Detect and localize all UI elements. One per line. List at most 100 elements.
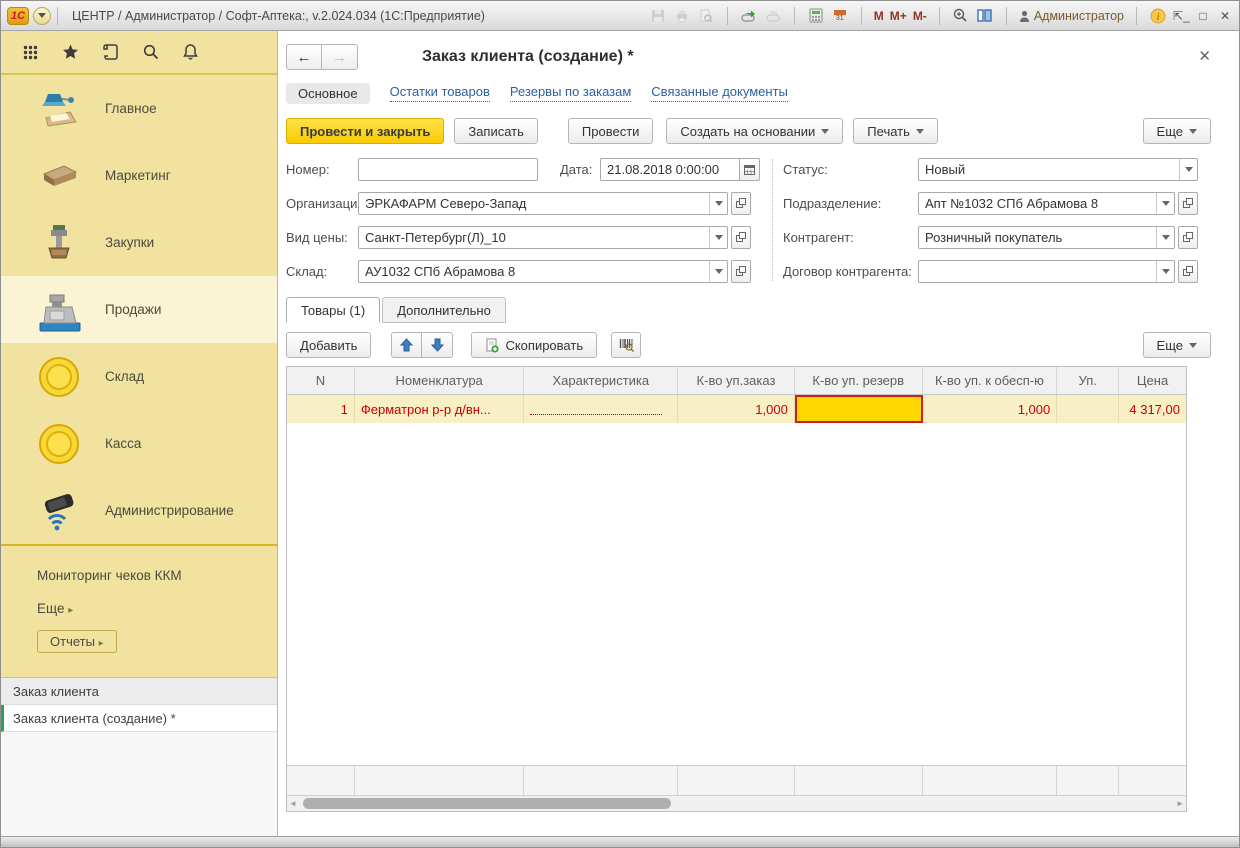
menu-grid-icon[interactable] <box>23 45 38 60</box>
cell-qty-order[interactable]: 1,000 <box>678 395 795 423</box>
scroll-left-icon[interactable]: ◄ <box>287 796 299 811</box>
table-empty-area[interactable] <box>287 423 1186 765</box>
link-svyazannye-dokumenty[interactable]: Связанные документы <box>651 84 788 102</box>
organization-open-button[interactable] <box>731 192 751 215</box>
monitoring-checks-link[interactable]: Мониторинг чеков ККМ <box>37 568 277 583</box>
department-label: Подразделение: <box>783 196 918 211</box>
current-user[interactable]: Администратор <box>1019 9 1124 23</box>
department-open-button[interactable] <box>1178 192 1198 215</box>
more-button[interactable]: Еще <box>1143 118 1211 144</box>
sidebar-item-sklad[interactable]: Склад <box>1 343 277 410</box>
link-rezervy-po-zakazam[interactable]: Резервы по заказам <box>510 84 631 102</box>
chevron-down-icon <box>1179 159 1197 180</box>
send-link-icon[interactable] <box>764 8 782 24</box>
memory-plus-button[interactable]: М+ <box>890 9 907 23</box>
zoom-icon[interactable] <box>952 8 970 24</box>
print-button[interactable]: Печать <box>853 118 938 144</box>
open-window-item-current[interactable]: Заказ клиента (создание) * <box>1 705 277 732</box>
calendar-icon[interactable]: 31 <box>831 8 849 24</box>
table-row[interactable]: 1 Ферматрон р-р д/вн... 1,000 1,000 4 31… <box>287 395 1186 423</box>
forward-button[interactable]: → <box>322 44 358 70</box>
tab-osnovnoe[interactable]: Основное <box>286 83 370 104</box>
scroll-right-icon[interactable]: ► <box>1174 796 1186 811</box>
search-icon[interactable] <box>143 44 159 60</box>
cell-nomenclature[interactable]: Ферматрон р-р д/вн... <box>355 395 525 423</box>
sidebar-item-administrirovanie[interactable]: Администрирование <box>1 477 277 544</box>
column-header-qty-supply[interactable]: К-во уп. к обесп-ю <box>923 367 1058 394</box>
print-icon[interactable] <box>673 8 691 24</box>
open-form-icon <box>736 266 746 276</box>
cell-qty-reserve-selected[interactable] <box>795 395 923 423</box>
save-icon[interactable] <box>649 8 667 24</box>
post-and-close-button[interactable]: Провести и закрыть <box>286 118 444 144</box>
split-view-icon[interactable] <box>976 8 994 24</box>
sidebar-item-prodazhi[interactable]: Продажи <box>1 276 277 343</box>
date-input[interactable] <box>600 158 740 181</box>
copy-row-button[interactable]: Скопировать <box>471 332 597 358</box>
barcode-scan-button[interactable] <box>611 332 641 358</box>
favorites-star-icon[interactable] <box>62 44 79 60</box>
department-combo[interactable]: Апт №1032 СПб Абрамова 8 <box>918 192 1175 215</box>
sidebar-item-marketing[interactable]: Маркетинг <box>1 142 277 209</box>
cell-pack[interactable] <box>1057 395 1119 423</box>
cell-qty-supply[interactable]: 1,000 <box>923 395 1058 423</box>
open-window-item[interactable]: Заказ клиента <box>1 678 277 705</box>
memory-minus-button[interactable]: М- <box>913 9 927 23</box>
sidebar-item-zakupki[interactable]: Закупки <box>1 209 277 276</box>
table-more-button[interactable]: Еще <box>1143 332 1211 358</box>
cell-characteristic[interactable] <box>524 395 678 423</box>
column-header-pack[interactable]: Уп. <box>1057 367 1119 394</box>
sidebar-more-link[interactable]: Еще ▸ <box>37 601 277 616</box>
document-close-icon[interactable]: ✕ <box>1198 49 1211 64</box>
cell-price[interactable]: 4 317,00 <box>1119 395 1186 423</box>
warehouse-combo[interactable]: АУ1032 СПб Абрамова 8 <box>358 260 728 283</box>
counterparty-open-button[interactable] <box>1178 226 1198 249</box>
link-ostatki-tovarov[interactable]: Остатки товаров <box>390 84 490 102</box>
history-icon[interactable] <box>103 44 119 60</box>
open-windows-empty-area <box>1 732 277 836</box>
back-button[interactable]: ← <box>286 44 322 70</box>
print-preview-icon[interactable] <box>697 8 715 24</box>
price-type-open-button[interactable] <box>731 226 751 249</box>
column-header-qty-order[interactable]: К-во уп.заказ <box>678 367 795 394</box>
main-menu-button[interactable] <box>33 7 51 25</box>
column-header-characteristic[interactable]: Характеристика <box>524 367 678 394</box>
close-icon[interactable]: ✕ <box>1217 9 1233 23</box>
calculator-icon[interactable] <box>807 8 825 24</box>
reports-button[interactable]: Отчеты ▸ <box>37 630 117 653</box>
counterparty-label: Контрагент: <box>783 230 918 245</box>
memory-recall-button[interactable]: М <box>874 9 884 23</box>
minimize-icon[interactable]: ⇱_ <box>1173 9 1189 23</box>
add-link-icon[interactable] <box>740 8 758 24</box>
post-button[interactable]: Провести <box>568 118 654 144</box>
add-row-button[interactable]: Добавить <box>286 332 371 358</box>
horizontal-scrollbar[interactable]: ◄ ► <box>287 795 1186 811</box>
move-down-button[interactable] <box>422 332 453 358</box>
info-icon[interactable]: i <box>1149 8 1167 24</box>
write-button[interactable]: Записать <box>454 118 538 144</box>
tab-dopolnitelno[interactable]: Дополнительно <box>382 297 506 323</box>
move-up-button[interactable] <box>391 332 422 358</box>
notifications-bell-icon[interactable] <box>183 44 198 60</box>
sidebar-item-glavnoe[interactable]: Главное <box>1 75 277 142</box>
column-header-nomenclature[interactable]: Номенклатура <box>355 367 525 394</box>
organization-combo[interactable]: ЭРКАФАРМ Северо-Запад <box>358 192 728 215</box>
warehouse-open-button[interactable] <box>731 260 751 283</box>
status-combo[interactable]: Новый <box>918 158 1198 181</box>
column-header-qty-reserve[interactable]: К-во уп. резерв <box>795 367 923 394</box>
cell-row-number[interactable]: 1 <box>287 395 355 423</box>
price-type-combo[interactable]: Санкт-Петербург(Л)_10 <box>358 226 728 249</box>
contract-combo[interactable] <box>918 260 1175 283</box>
contract-open-button[interactable] <box>1178 260 1198 283</box>
date-picker-button[interactable] <box>740 158 760 181</box>
maximize-icon[interactable]: □ <box>1195 9 1211 23</box>
counterparty-combo[interactable]: Розничный покупатель <box>918 226 1175 249</box>
1c-logo[interactable]: 1С <box>7 7 29 25</box>
number-input[interactable] <box>358 158 538 181</box>
create-from-button[interactable]: Создать на основании <box>666 118 843 144</box>
sidebar-item-kassa[interactable]: Касса <box>1 410 277 477</box>
scrollbar-thumb[interactable] <box>303 798 671 809</box>
tab-tovary[interactable]: Товары (1) <box>286 297 380 323</box>
column-header-price[interactable]: Цена <box>1119 367 1186 394</box>
column-header-n[interactable]: N <box>287 367 355 394</box>
